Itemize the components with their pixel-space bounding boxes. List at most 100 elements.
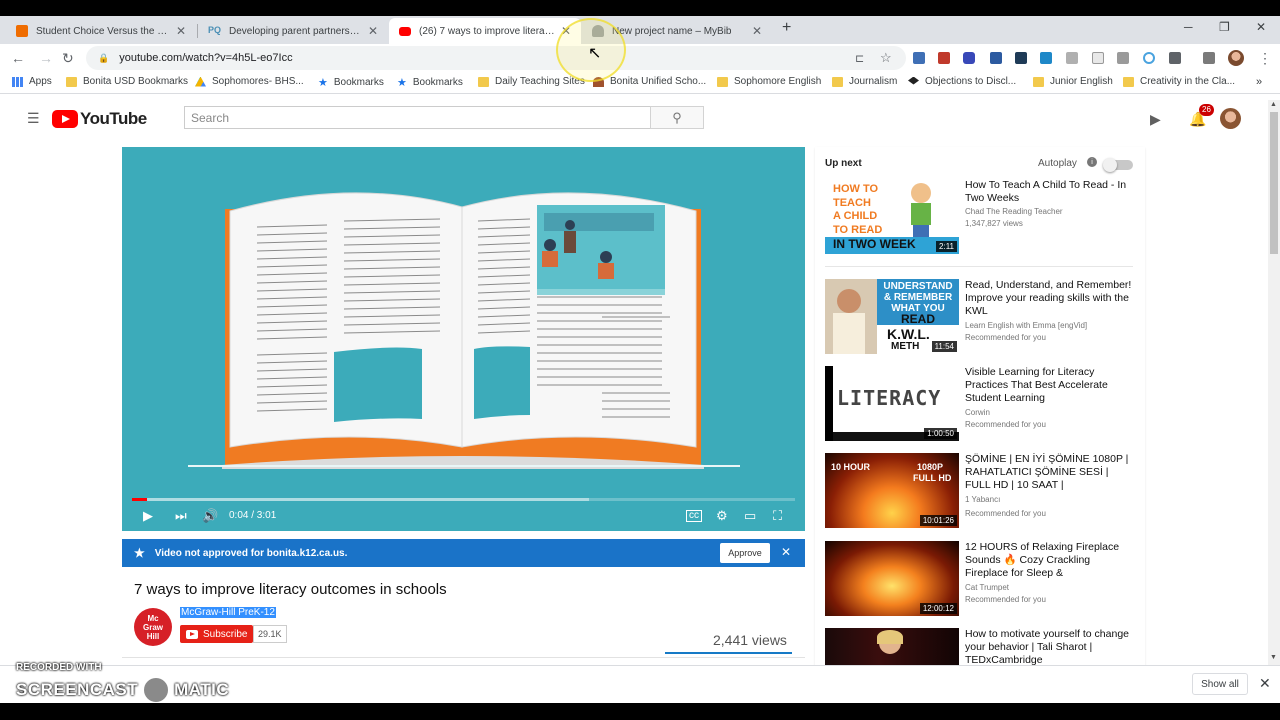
apps-grid-icon <box>12 76 23 87</box>
address-bar[interactable]: 🔒 youtube.com/watch?v=4h5L-eo7Icc <box>86 46 906 70</box>
extension-icon[interactable] <box>1015 52 1027 64</box>
recommendation-item[interactable]: LITERACY 1:00:50 Visible Learning for Li… <box>825 366 1135 442</box>
extension-icon[interactable] <box>938 52 950 64</box>
approve-button[interactable]: Approve <box>720 543 770 563</box>
close-icon[interactable]: ✕ <box>1259 675 1271 692</box>
bookmark-drive[interactable]: Sophomores- BHS... <box>195 76 304 87</box>
settings-gear-icon[interactable]: ⚙ <box>716 508 728 524</box>
close-icon[interactable]: ✕ <box>752 24 762 38</box>
next-icon[interactable]: ⏭ <box>175 508 187 524</box>
extension-icon[interactable] <box>990 52 1002 64</box>
bookmark-folder[interactable]: Daily Teaching Sites <box>478 76 585 87</box>
watermark-text: MATIC <box>174 680 230 699</box>
bookmark-school[interactable]: Bonita Unified Scho... <box>593 76 706 87</box>
theater-mode-icon[interactable]: ▭ <box>744 508 756 524</box>
folder-icon <box>1123 76 1134 87</box>
hamburger-menu-icon[interactable]: ☰ <box>27 110 40 127</box>
reload-icon[interactable]: ↻ <box>62 50 74 67</box>
extension-icon[interactable] <box>1169 52 1181 64</box>
video-player[interactable] <box>122 147 805 531</box>
window-close-icon[interactable]: ✕ <box>1256 20 1266 34</box>
recommendation-item[interactable]: How to motivate yourself to change your … <box>825 628 1135 665</box>
close-icon[interactable]: ✕ <box>781 545 791 559</box>
captions-icon[interactable]: cc <box>686 510 702 522</box>
thumbnail-text: IN TWO WEEK <box>833 237 916 251</box>
create-video-icon[interactable]: ▶ <box>1150 111 1161 128</box>
extension-icon[interactable] <box>913 52 925 64</box>
extension-icon[interactable] <box>1143 52 1155 64</box>
bookmarks-overflow-icon[interactable]: » <box>1256 76 1262 88</box>
extension-icon[interactable] <box>1092 52 1104 64</box>
youtube-wordmark: YouTube <box>80 109 147 128</box>
bookmark-star[interactable]: ★ Bookmarks <box>318 76 384 89</box>
recommendation-meta: Recommended for you <box>965 333 1046 342</box>
tab-youtube-active[interactable]: (26) 7 ways to improve literacy o ✕ <box>389 18 581 44</box>
search-button[interactable]: ⚲ <box>650 106 704 129</box>
profile-avatar[interactable] <box>1228 50 1244 66</box>
bookmark-folder[interactable]: Creativity in the Cla... <box>1123 76 1235 87</box>
extension-icon[interactable] <box>1040 52 1052 64</box>
approval-notice: ★ Video not approved for bonita.k12.ca.u… <box>122 539 805 567</box>
recommendation-item[interactable]: 10 HOUR 1080P FULL HD 10:01:26 ŞÖMİNE | … <box>825 453 1135 529</box>
recommendation-item[interactable]: UNDERSTAND & REMEMBER WHAT YOU READ K.W.… <box>825 279 1135 355</box>
scroll-up-icon[interactable]: ▲ <box>1270 101 1277 108</box>
progress-track[interactable] <box>132 498 795 501</box>
bookmark-folder[interactable]: Junior English <box>1033 76 1113 87</box>
show-all-button[interactable]: Show all <box>1192 673 1248 695</box>
info-icon[interactable]: i <box>1087 157 1097 167</box>
video-duration: 10:01:26 <box>919 515 957 526</box>
bookmark-folder[interactable]: Sophomore English <box>717 76 821 87</box>
bookmark-folder[interactable]: Bonita USD Bookmarks <box>66 76 188 87</box>
new-tab-button[interactable]: + <box>782 19 791 37</box>
play-icon[interactable]: ▶ <box>143 508 153 524</box>
menu-kebab-icon[interactable]: ⋮ <box>1258 50 1272 67</box>
bookmark-cap[interactable]: Objections to Discl... <box>908 76 1016 87</box>
youtube-logo[interactable]: YouTube <box>52 109 147 129</box>
recommendation-item[interactable]: HOW TO TEACH A CHILD TO READ IN TWO WEEK… <box>825 179 1135 255</box>
forward-icon[interactable]: → <box>39 50 53 66</box>
bookmark-apps[interactable]: Apps <box>12 76 52 87</box>
maximize-icon[interactable]: ❐ <box>1219 20 1230 34</box>
back-icon[interactable]: ← <box>11 50 25 66</box>
tab-title: (26) 7 ways to improve literacy o <box>419 25 555 37</box>
extension-icon[interactable] <box>1066 52 1078 64</box>
folder-icon <box>832 76 843 87</box>
extension-icon[interactable] <box>1117 52 1129 64</box>
recommendation-item[interactable]: 12:00:12 12 HOURS of Relaxing Fireplace … <box>825 541 1135 617</box>
scrollbar-thumb[interactable] <box>1270 112 1278 254</box>
tab-student-choice[interactable]: Student Choice Versus the Classr ✕ <box>6 18 196 44</box>
account-avatar[interactable] <box>1220 108 1241 129</box>
extension-icon[interactable] <box>1203 52 1215 64</box>
autoplay-label: Autoplay <box>1038 158 1077 169</box>
youtube-play-icon <box>186 629 198 639</box>
progress-buffered <box>132 498 590 501</box>
bookmark-folder[interactable]: Journalism <box>832 76 897 87</box>
bookmark-star[interactable]: ★ Bookmarks <box>397 76 463 89</box>
video-thumbnail: 10 HOUR 1080P FULL HD 10:01:26 <box>825 453 959 528</box>
video-thumbnail <box>825 628 959 665</box>
youtube-play-icon <box>52 110 78 128</box>
thumbnail-text: 1080P <box>917 462 944 472</box>
close-icon[interactable]: ✕ <box>368 24 378 38</box>
url-text: youtube.com/watch?v=4h5L-eo7Icc <box>119 52 293 64</box>
fullscreen-icon[interactable]: ⛶ <box>773 508 782 524</box>
scroll-down-icon[interactable]: ▼ <box>1270 654 1277 661</box>
tab-parent-partnerships[interactable]: PQ Developing parent partnerships ✕ <box>198 18 388 44</box>
channel-name[interactable]: McGraw-Hill PreK-12 <box>180 607 276 618</box>
extension-icon[interactable] <box>963 52 975 64</box>
subscribe-button[interactable]: Subscribe <box>180 625 254 643</box>
recommendation-meta: Recommended for you <box>965 595 1046 604</box>
volume-icon[interactable]: 🔊 <box>202 508 218 524</box>
close-icon[interactable]: ✕ <box>176 24 186 38</box>
lock-icon: 🔒 <box>98 52 110 63</box>
recommendation-title: Visible Learning for Literacy Practices … <box>965 366 1108 404</box>
bookmark-label: Journalism <box>849 76 898 87</box>
minimize-icon[interactable]: ─ <box>1184 20 1193 34</box>
autoplay-toggle[interactable] <box>1103 158 1133 172</box>
cast-icon[interactable]: ⊏ <box>855 52 864 65</box>
video-thumbnail: 12:00:12 <box>825 541 959 616</box>
channel-logo[interactable]: Mc Graw Hill <box>134 608 172 646</box>
bookmark-star-icon[interactable]: ☆ <box>880 50 892 66</box>
search-input[interactable]: Search <box>184 106 651 129</box>
bookmark-label: Daily Teaching Sites <box>495 76 585 87</box>
